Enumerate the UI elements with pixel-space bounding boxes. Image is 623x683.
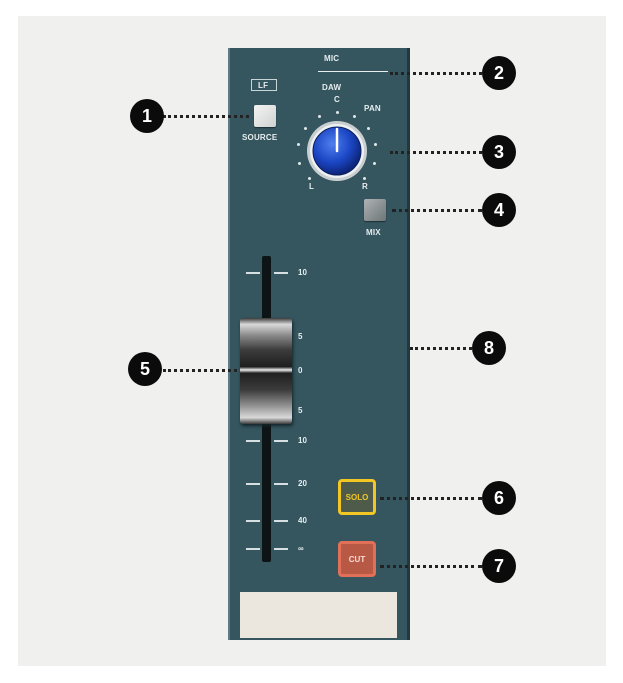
callout-6-leader xyxy=(380,497,482,500)
callout-1-leader xyxy=(163,115,249,118)
callout-6: 6 xyxy=(482,481,516,515)
fader-scale-label: 5 xyxy=(298,332,303,341)
cut-button[interactable]: CUT xyxy=(338,541,376,577)
daw-label: DAW xyxy=(322,83,342,92)
lf-label: LF xyxy=(258,81,269,90)
callout-5-leader xyxy=(163,369,237,372)
callout-4-leader xyxy=(392,209,482,212)
callout-2: 2 xyxy=(482,56,516,90)
callout-1: 1 xyxy=(130,99,164,133)
fader-tick-right xyxy=(274,548,288,550)
callout-7: 7 xyxy=(482,549,516,583)
callout-2-leader xyxy=(390,72,482,75)
callout-5: 5 xyxy=(128,352,162,386)
callout-8-leader xyxy=(410,347,472,350)
solo-button[interactable]: SOLO xyxy=(338,479,376,515)
scribble-strip xyxy=(240,592,397,638)
fader-scale-label: 10 xyxy=(298,268,307,277)
fader-tick-right xyxy=(274,440,288,442)
callout-4: 4 xyxy=(482,193,516,227)
fader-tick-right xyxy=(274,272,288,274)
fader-tick-right xyxy=(274,483,288,485)
pan-knob[interactable] xyxy=(304,118,370,184)
mix-button[interactable] xyxy=(364,199,386,221)
source-button[interactable] xyxy=(254,105,276,127)
callout-3: 3 xyxy=(482,135,516,169)
mic-label: MIC xyxy=(324,54,340,63)
pan-label: PAN xyxy=(364,104,381,113)
fader-tick-left xyxy=(246,483,260,485)
fader-scale-label: 10 xyxy=(298,436,307,445)
fader-tick-left xyxy=(246,272,260,274)
fader-scale-label: ∞ xyxy=(298,544,304,553)
mic-daw-divider xyxy=(318,71,388,72)
callout-8: 8 xyxy=(472,331,506,365)
fader-scale-label: 20 xyxy=(298,479,307,488)
fader-scale-label: 40 xyxy=(298,516,307,525)
fader-tick-right xyxy=(274,520,288,522)
pan-scale-dot xyxy=(335,110,339,114)
pan-center-label: C xyxy=(334,95,340,104)
fader-tick-left xyxy=(246,520,260,522)
fader-tick-left xyxy=(246,440,260,442)
fader-cap[interactable] xyxy=(240,318,292,424)
callout-7-leader xyxy=(380,565,482,568)
pan-scale-dot xyxy=(372,161,376,165)
source-label: SOURCE xyxy=(242,133,278,142)
fader-tick-left xyxy=(246,548,260,550)
callout-3-leader xyxy=(390,151,482,154)
fader-scale-label: 5 xyxy=(298,406,303,415)
mix-label: MIX xyxy=(366,228,381,237)
fader-scale-label: 0 xyxy=(298,366,303,375)
